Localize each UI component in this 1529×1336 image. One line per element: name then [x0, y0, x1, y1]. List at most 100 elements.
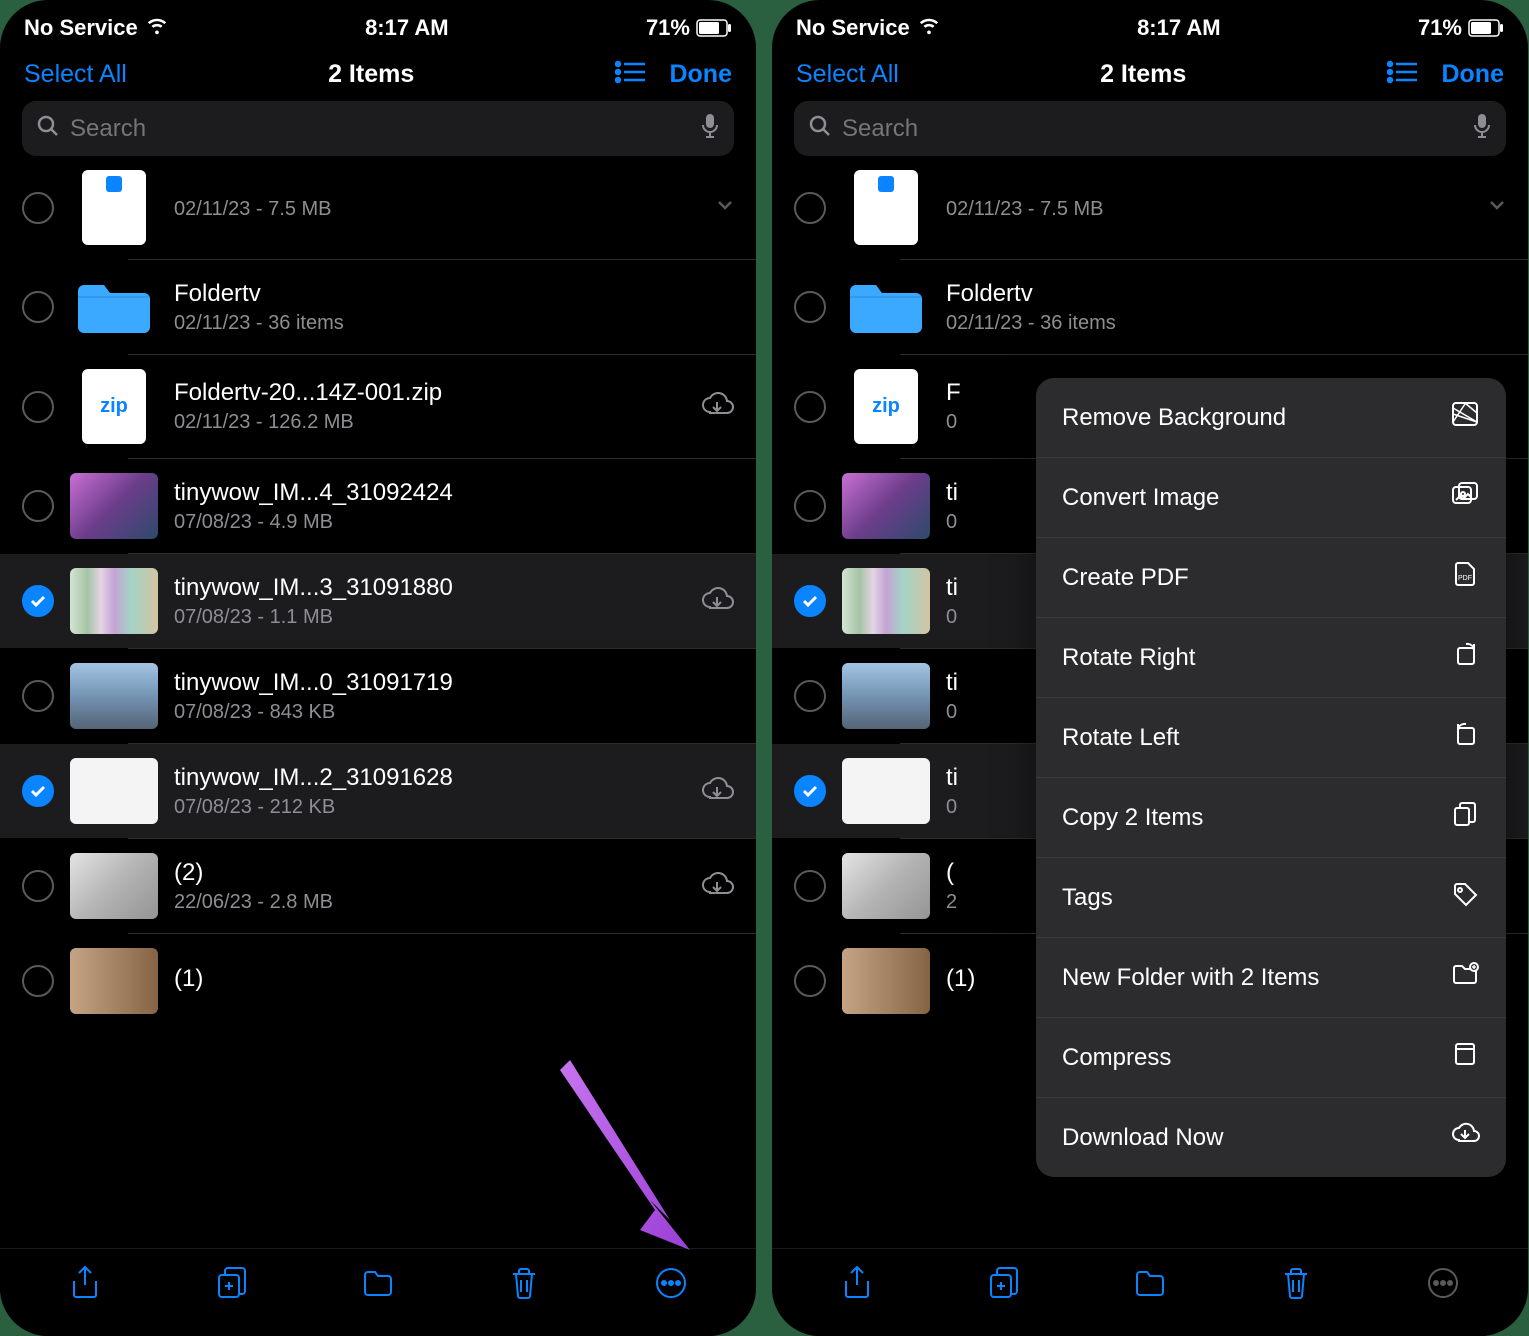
folder-button[interactable]	[1133, 1265, 1167, 1306]
nav-bar: Select All 2 Items Done	[0, 50, 756, 101]
menu-item-remove-bg[interactable]: Remove Background	[1036, 378, 1506, 458]
menu-item-rotate-l[interactable]: Rotate Left	[1036, 698, 1506, 778]
file-thumbnail	[854, 369, 918, 444]
menu-item-rotate-r[interactable]: Rotate Right	[1036, 618, 1506, 698]
file-row[interactable]: tinywow_IM...3_3109188007/08/23 - 1.1 MB	[0, 554, 756, 648]
menu-item-copy[interactable]: Copy 2 Items	[1036, 778, 1506, 858]
file-row[interactable]: Foldertv02/11/23 - 36 items	[0, 260, 756, 354]
select-all-button[interactable]: Select All	[796, 60, 899, 89]
search-input[interactable]	[842, 115, 1462, 143]
duplicate-button[interactable]	[987, 1265, 1021, 1306]
file-thumbnail	[842, 568, 930, 634]
more-button[interactable]	[1426, 1265, 1460, 1306]
file-row[interactable]: tinywow_IM...0_3109171907/08/23 - 843 KB	[0, 649, 756, 743]
done-button[interactable]: Done	[1441, 60, 1504, 89]
chevron-down-icon	[716, 198, 734, 217]
selection-checkbox[interactable]	[22, 192, 54, 224]
selection-checkbox[interactable]	[22, 965, 54, 997]
selection-checkbox[interactable]	[794, 391, 826, 423]
file-thumbnail	[70, 758, 158, 824]
battery-percent: 71%	[646, 15, 690, 41]
wifi-icon	[918, 14, 940, 42]
menu-item-pdf[interactable]: Create PDFPDF	[1036, 538, 1506, 618]
cloud-download-icon[interactable]	[700, 870, 734, 903]
file-thumbnail	[842, 473, 930, 539]
cloud-download-icon[interactable]	[700, 775, 734, 808]
done-button[interactable]: Done	[669, 60, 732, 89]
menu-item-compress[interactable]: Compress	[1036, 1018, 1506, 1098]
file-meta: 02/11/23 - 36 items	[946, 312, 1506, 335]
rotate-l-icon	[1450, 720, 1480, 755]
battery-icon	[696, 19, 732, 37]
mic-icon[interactable]	[1472, 113, 1492, 144]
mic-icon[interactable]	[700, 113, 720, 144]
file-row[interactable]: 02/11/23 - 7.5 MB	[772, 170, 1528, 259]
view-list-icon[interactable]	[1387, 60, 1417, 89]
menu-item-label: Rotate Left	[1062, 724, 1179, 752]
file-row[interactable]: Foldertv02/11/23 - 36 items	[772, 260, 1528, 354]
file-meta: 22/06/23 - 2.8 MB	[174, 891, 684, 914]
file-list[interactable]: 02/11/23 - 7.5 MB Foldertv02/11/23 - 36 i…	[0, 170, 756, 1248]
file-info: (2)22/06/23 - 2.8 MB	[174, 859, 684, 914]
more-button[interactable]	[654, 1265, 688, 1306]
toolbar	[772, 1248, 1528, 1336]
share-button[interactable]	[840, 1265, 874, 1306]
file-info: 02/11/23 - 7.5 MB	[174, 194, 700, 221]
cloud-download-icon[interactable]	[700, 390, 734, 423]
cloud-download-icon[interactable]	[700, 585, 734, 618]
view-list-icon[interactable]	[615, 60, 645, 89]
remove-bg-icon	[1450, 400, 1480, 435]
search-input[interactable]	[70, 115, 690, 143]
selection-checkbox[interactable]	[22, 680, 54, 712]
trash-button[interactable]	[1279, 1265, 1313, 1306]
file-row[interactable]: tinywow_IM...4_3109242407/08/23 - 4.9 MB	[0, 459, 756, 553]
share-button[interactable]	[68, 1265, 102, 1306]
selection-checkbox[interactable]	[794, 585, 826, 617]
file-thumbnail	[842, 758, 930, 824]
menu-item-tag[interactable]: Tags	[1036, 858, 1506, 938]
selection-checkbox[interactable]	[22, 585, 54, 617]
selection-checkbox[interactable]	[794, 192, 826, 224]
selection-checkbox[interactable]	[794, 291, 826, 323]
file-info: (1)	[174, 965, 734, 997]
file-row[interactable]: 02/11/23 - 7.5 MB	[0, 170, 756, 259]
file-row[interactable]: Foldertv-20...14Z-001.zip02/11/23 - 126.…	[0, 355, 756, 458]
selection-checkbox[interactable]	[794, 490, 826, 522]
selection-checkbox[interactable]	[794, 870, 826, 902]
file-meta: 02/11/23 - 126.2 MB	[174, 411, 684, 434]
menu-item-download[interactable]: Download Now	[1036, 1098, 1506, 1177]
selection-checkbox[interactable]	[794, 775, 826, 807]
convert-icon	[1450, 480, 1480, 515]
selection-checkbox[interactable]	[22, 391, 54, 423]
file-thumbnail	[70, 853, 158, 919]
file-row[interactable]: (1)	[0, 934, 756, 1028]
file-row[interactable]: (2)22/06/23 - 2.8 MB	[0, 839, 756, 933]
file-info: Foldertv02/11/23 - 36 items	[946, 280, 1506, 335]
search-bar[interactable]	[22, 101, 734, 156]
duplicate-button[interactable]	[215, 1265, 249, 1306]
copy-icon	[1450, 800, 1480, 835]
file-row[interactable]: tinywow_IM...2_3109162807/08/23 - 212 KB	[0, 744, 756, 838]
selection-checkbox[interactable]	[794, 965, 826, 997]
service-status: No Service	[796, 15, 910, 41]
selection-checkbox[interactable]	[22, 775, 54, 807]
selection-checkbox[interactable]	[22, 870, 54, 902]
select-all-button[interactable]: Select All	[24, 60, 127, 89]
folder-button[interactable]	[361, 1265, 395, 1306]
search-bar[interactable]	[794, 101, 1506, 156]
file-info: tinywow_IM...4_3109242407/08/23 - 4.9 MB	[174, 479, 734, 534]
nav-title: 2 Items	[1100, 60, 1186, 89]
file-thumbnail	[70, 663, 158, 729]
selection-checkbox[interactable]	[794, 680, 826, 712]
file-info: Foldertv-20...14Z-001.zip02/11/23 - 126.…	[174, 379, 684, 434]
selection-checkbox[interactable]	[22, 490, 54, 522]
file-thumbnail	[70, 948, 158, 1014]
download-icon	[1450, 1120, 1480, 1155]
file-thumbnail	[82, 170, 146, 245]
menu-item-convert[interactable]: Convert Image	[1036, 458, 1506, 538]
trash-button[interactable]	[507, 1265, 541, 1306]
menu-item-newfolder[interactable]: New Folder with 2 Items	[1036, 938, 1506, 1018]
menu-item-label: Create PDF	[1062, 564, 1189, 592]
file-info: 02/11/23 - 7.5 MB	[946, 194, 1472, 221]
selection-checkbox[interactable]	[22, 291, 54, 323]
